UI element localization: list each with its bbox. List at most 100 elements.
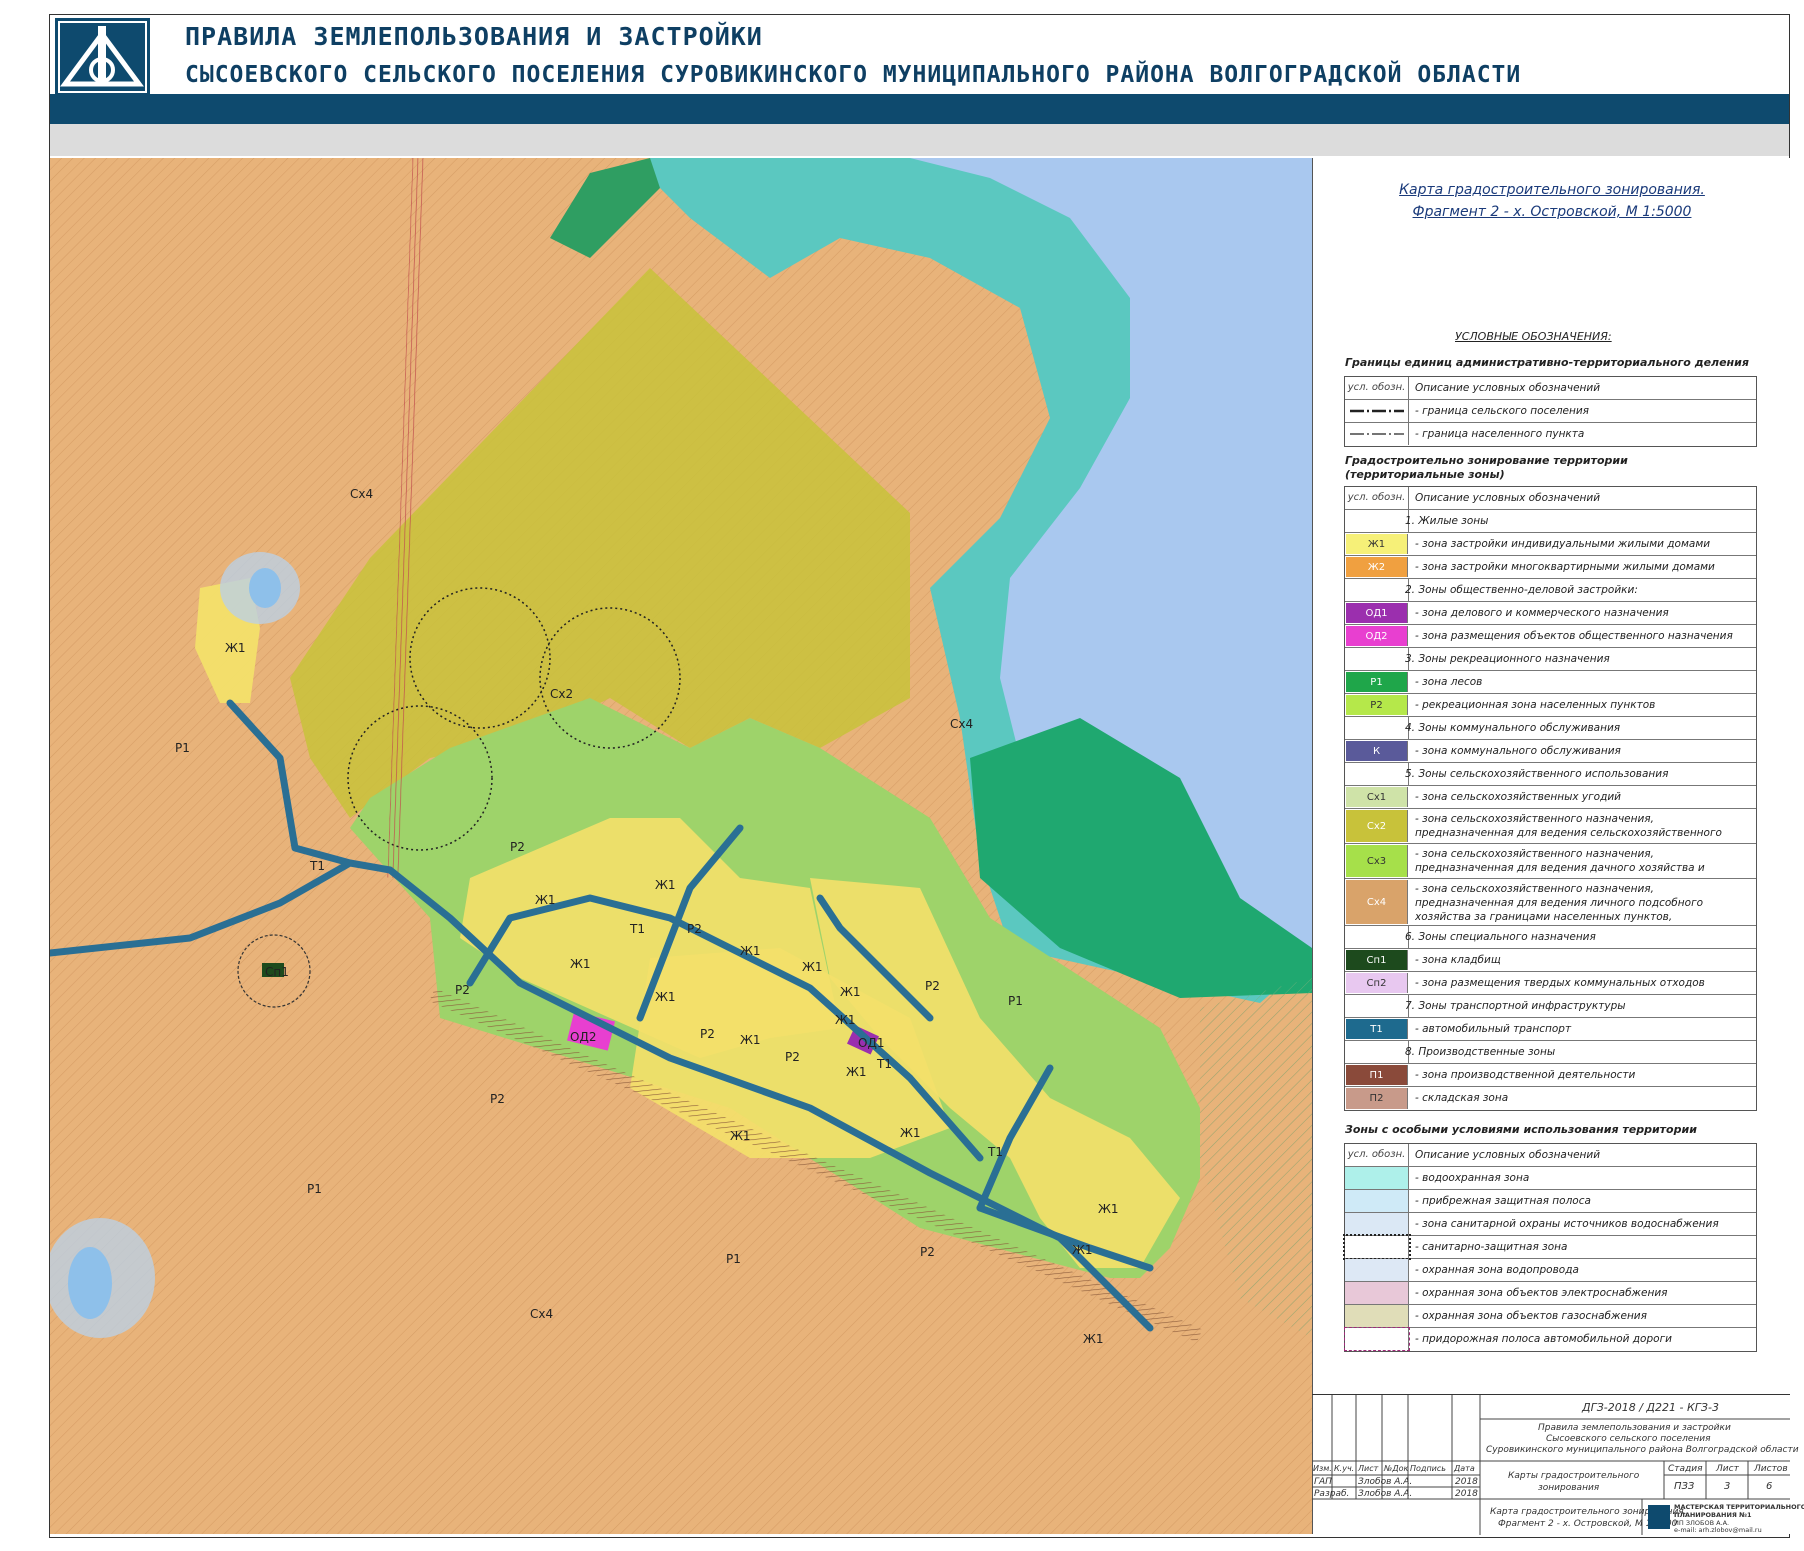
- legend-zone-swatch: ОД1: [1346, 603, 1408, 623]
- pond-north-water: [249, 568, 281, 608]
- legend-special-swatch: [1345, 1190, 1409, 1212]
- legend-zone-row: Сп2 - зона размещения твердых коммунальны…: [1345, 972, 1756, 995]
- legend-zone-row: К - зона коммунального обслуживания: [1345, 740, 1756, 763]
- legend-zone-swatch: [1345, 995, 1409, 1017]
- legend-section2-heading-line1: Градостроительно зонирование территории: [1345, 454, 1628, 467]
- legend-title-line2: Фрагмент 2 - х. Островской, М 1:5000: [1412, 204, 1692, 220]
- label-cx4-c: Сх4: [530, 1307, 553, 1321]
- legend-zone-swatch: Сх2: [1346, 810, 1408, 842]
- header-gray-band: [50, 124, 1789, 156]
- label-od2: ОД2: [570, 1030, 596, 1044]
- label-p1-d: Р1: [1008, 994, 1023, 1008]
- label-zh1-d: Ж1: [655, 878, 676, 892]
- legend-zone-row: 1. Жилые зоны: [1345, 510, 1756, 533]
- legend-zone-desc: - зона размещения твердых коммунальных о…: [1415, 977, 1705, 989]
- legend-zone-row: ОД2 - зона размещения объектов общественн…: [1345, 625, 1756, 648]
- zoning-map[interactable]: Сх4 Сх4 Сх4 Сх2 Р1 Р1 Р1 Р1 Р2 Р2 Р2 Р2 …: [50, 158, 1312, 1534]
- label-sp1: Сп1: [265, 965, 289, 979]
- stamp-sheet: 3: [1724, 1481, 1731, 1492]
- legend-zone-swatch: К: [1346, 741, 1408, 761]
- legend-special-row: - охранная зона водопровода: [1345, 1259, 1756, 1282]
- label-zh1-c: Ж1: [570, 957, 591, 971]
- legend-zone-row: 4. Зоны коммунального обслуживания: [1345, 717, 1756, 740]
- label-p2-e: Р2: [700, 1027, 715, 1041]
- legend-zone-desc: - зона размещения объектов общественного…: [1415, 630, 1733, 642]
- legend-zone-desc: - зона сельскохозяйственного назначения,…: [1415, 848, 1705, 878]
- legend-zone-desc: - зона делового и коммерческого назначен…: [1415, 607, 1669, 619]
- legend-zone-row: 5. Зоны сельскохозяйственного использова…: [1345, 763, 1756, 786]
- map-canvas: Сх4 Сх4 Сх4 Сх2 Р1 Р1 Р1 Р1 Р2 Р2 Р2 Р2 …: [50, 158, 1312, 1534]
- legend-zone-desc: - зона коммунального обслуживания: [1415, 745, 1621, 757]
- legend-boundaries-table: усл. обозн. Описание условных обозначени…: [1344, 376, 1757, 447]
- legend-zone-desc: - рекреационная зона населенных пунктов: [1415, 699, 1656, 711]
- stamp-role1: ГАП: [1314, 1477, 1332, 1487]
- legend-panel: Карта градостроительного зонирования. Фр…: [1312, 158, 1791, 1534]
- legend-special-desc: - охранная зона объектов электроснабжени…: [1415, 1287, 1668, 1299]
- legend-zone-row: П1 - зона производственной деятельности: [1345, 1064, 1756, 1087]
- label-zh1-g: Ж1: [740, 1033, 761, 1047]
- stamp-role2: Разраб.: [1314, 1489, 1350, 1499]
- label-p2-b: Р2: [455, 983, 470, 997]
- legend-special-swatch: [1345, 1167, 1409, 1189]
- label-p1-b: Р1: [307, 1182, 322, 1196]
- label-zh1-h: Ж1: [802, 960, 823, 974]
- legend-zone-desc: 4. Зоны коммунального обслуживания: [1405, 722, 1621, 734]
- legend-special-row: - водоохранная зона: [1345, 1167, 1756, 1190]
- locality-boundary-line-icon: [1345, 423, 1409, 445]
- label-t1-d: Т1: [987, 1145, 1003, 1159]
- legend-special-row: - охранная зона объектов электроснабжени…: [1345, 1282, 1756, 1305]
- legend-zone-swatch: Ж2: [1346, 557, 1408, 577]
- stamp-project-line2: Сысоевского сельского поселения: [1546, 1434, 1711, 1444]
- label-zh1-o: Ж1: [1072, 1243, 1093, 1257]
- legend-zone-row: Сх1 - зона сельскохозяйственных угодий: [1345, 786, 1756, 809]
- legend-zone-desc: 1. Жилые зоны: [1405, 515, 1489, 527]
- stamp-org-line1: МАСТЕРСКАЯ ТЕРРИТОРИАЛЬНОГО: [1674, 1503, 1804, 1511]
- label-t1-a: Т1: [309, 859, 325, 873]
- legend-zone-row: Сх3- зона сельскохозяйственного назначен…: [1345, 844, 1756, 879]
- legend-zone-swatch: [1345, 648, 1409, 670]
- legend-special-swatch: [1344, 1327, 1410, 1351]
- legend-col-desc: Описание условных обозначений: [1415, 382, 1601, 394]
- legend-special-row: - придорожная полоса автомобильной дорог…: [1344, 1327, 1756, 1351]
- stamp-org-line4: e-mail: arh.zlobov@mail.ru: [1674, 1526, 1762, 1534]
- legend-zone-row: Сх2- зона сельскохозяйственного назначен…: [1345, 809, 1756, 844]
- stamp-col-podpis: Подпись: [1410, 1464, 1446, 1473]
- legend-zone-desc: - зона сельскохозяйственного назначения,…: [1415, 813, 1722, 843]
- legend-special-desc: - придорожная полоса автомобильной дорог…: [1415, 1333, 1672, 1345]
- legend-zone-swatch: Р2: [1346, 695, 1408, 715]
- organization-small-logo: [1648, 1505, 1670, 1529]
- legend-special-swatch: [1345, 1213, 1409, 1235]
- legend-zone-desc: - зона производственной деятельности: [1415, 1069, 1636, 1081]
- stamp-col-list: Лист: [1358, 1464, 1379, 1473]
- legend-zone-desc: 5. Зоны сельскохозяйственного использова…: [1405, 768, 1669, 780]
- settlement-boundary-line-icon: [1345, 400, 1409, 422]
- legend-col-sym: усл. обозн.: [1345, 377, 1409, 399]
- label-zh1-i: Ж1: [840, 985, 861, 999]
- label-p2-f: Р2: [785, 1050, 800, 1064]
- legend-special-row: - зона санитарной охраны источников водо…: [1345, 1213, 1756, 1236]
- label-t1-c: Т1: [876, 1057, 892, 1071]
- label-p1-c: Р1: [726, 1252, 741, 1266]
- legend-zone-row: 8. Производственные зоны: [1345, 1041, 1756, 1064]
- label-zh1-j: Ж1: [835, 1013, 856, 1027]
- stamp-date2: 2018: [1455, 1489, 1478, 1499]
- legend-zone-row: 7. Зоны транспортной инфраструктуры: [1345, 995, 1756, 1018]
- legend-zone-swatch: [1345, 579, 1409, 601]
- legend-special-row: - прибрежная защитная полоса: [1345, 1190, 1756, 1213]
- legend-title-line1: Карта градостроительного зонирования.: [1399, 182, 1705, 198]
- legend-zones-table: усл. обозн. Описание условных обозначени…: [1344, 486, 1757, 1111]
- legend-zone-desc: 8. Производственные зоны: [1405, 1046, 1556, 1058]
- title-block: ДГЗ-2018 / Д221 - КГЗ-3 Правила землепол…: [1312, 1394, 1804, 1535]
- legend-zone-desc: - зона кладбищ: [1415, 954, 1501, 966]
- stamp-sheets-label: Листов: [1754, 1464, 1788, 1474]
- label-p2-d: Р2: [687, 922, 702, 936]
- stamp-col-data: Дата: [1454, 1464, 1475, 1473]
- legend-zone-desc: - зона лесов: [1415, 676, 1483, 688]
- legend-zone-row: Ж2 - зона застройки многоквартирными жилы…: [1345, 556, 1756, 579]
- legend-special-swatch: [1345, 1282, 1409, 1304]
- legend-zone-row: Т1 - автомобильный транспорт: [1345, 1018, 1756, 1041]
- legend-zone-row: Р1 - зона лесов: [1345, 671, 1756, 694]
- legend-conventions-heading: УСЛОВНЫЕ ОБОЗНАЧЕНИЯ:: [1455, 330, 1612, 343]
- label-zh1-f: Ж1: [740, 944, 761, 958]
- label-zh1-a: Ж1: [225, 641, 246, 655]
